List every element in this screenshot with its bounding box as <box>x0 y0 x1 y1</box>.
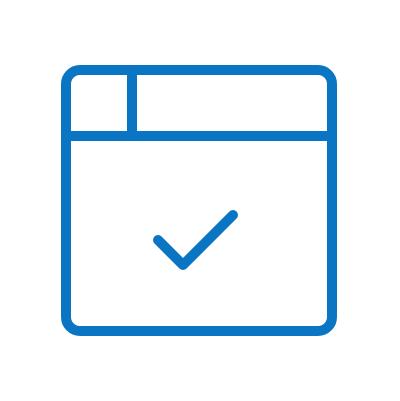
checkmark-icon <box>153 210 238 270</box>
browser-window-check-icon <box>0 0 400 401</box>
window-frame <box>61 65 337 336</box>
icon-canvas <box>61 65 337 336</box>
